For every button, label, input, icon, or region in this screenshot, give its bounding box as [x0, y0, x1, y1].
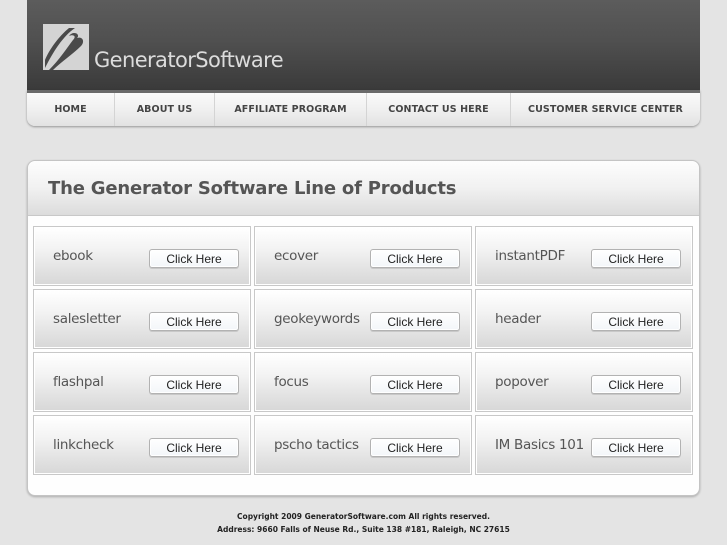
click-here-button[interactable]: Click Here [370, 438, 460, 457]
product-name: header [495, 311, 541, 327]
nav-about-us[interactable]: ABOUT US [115, 93, 215, 126]
product-name: flashpal [53, 374, 104, 390]
product-card-popover: popover Click Here [475, 352, 693, 412]
click-here-button[interactable]: Click Here [591, 375, 681, 394]
product-name: popover [495, 374, 549, 390]
product-card-ecover: ecover Click Here [254, 226, 472, 286]
product-card-header: header Click Here [475, 289, 693, 349]
nav-home[interactable]: HOME [27, 93, 115, 126]
product-card-focus: focus Click Here [254, 352, 472, 412]
product-card-instantpdf: instantPDF Click Here [475, 226, 693, 286]
click-here-button[interactable]: Click Here [370, 249, 460, 268]
click-here-button[interactable]: Click Here [370, 375, 460, 394]
product-card-pscho-tactics: pscho tactics Click Here [254, 415, 472, 475]
site-footer: Copyright 2009 GeneratorSoftware.com All… [0, 510, 727, 536]
products-panel-header: The Generator Software Line of Products [28, 161, 699, 216]
product-card-ebook: ebook Click Here [33, 226, 251, 286]
product-name: geokeywords [274, 311, 360, 327]
logo-swoosh-icon [43, 24, 89, 70]
address-text: Address: 9660 Falls of Neuse Rd., Suite … [217, 525, 510, 534]
click-here-button[interactable]: Click Here [149, 249, 239, 268]
products-panel: The Generator Software Line of Products … [27, 160, 700, 496]
nav-contact-us[interactable]: CONTACT US HERE [367, 93, 511, 126]
product-name: ecover [274, 248, 319, 264]
brand-name: GeneratorSoftware [94, 48, 284, 72]
product-card-salesletter: salesletter Click Here [33, 289, 251, 349]
product-card-flashpal: flashpal Click Here [33, 352, 251, 412]
nav-affiliate-program[interactable]: AFFILIATE PROGRAM [215, 93, 367, 126]
products-grid: ebook Click Here ecover Click Here instant… [33, 226, 693, 475]
nav-customer-service[interactable]: CUSTOMER SERVICE CENTER [511, 93, 700, 126]
product-name: instantPDF [495, 248, 566, 264]
product-name: pscho tactics [274, 437, 359, 453]
product-card-linkcheck: linkcheck Click Here [33, 415, 251, 475]
click-here-button[interactable]: Click Here [591, 249, 681, 268]
click-here-button[interactable]: Click Here [591, 438, 681, 457]
product-name: linkcheck [53, 437, 114, 453]
copyright-text: Copyright 2009 GeneratorSoftware.com All… [237, 512, 490, 521]
click-here-button[interactable]: Click Here [370, 312, 460, 331]
products-title: The Generator Software Line of Products [48, 177, 457, 199]
click-here-button[interactable]: Click Here [149, 375, 239, 394]
site-logo[interactable]: GeneratorSoftware [43, 24, 284, 72]
product-name: salesletter [53, 311, 121, 327]
product-name: focus [274, 374, 309, 390]
product-name: IM Basics 101 [495, 437, 584, 453]
site-header: GeneratorSoftware [27, 0, 700, 90]
main-nav: HOME ABOUT US AFFILIATE PROGRAM CONTACT … [27, 90, 700, 126]
click-here-button[interactable]: Click Here [591, 312, 681, 331]
product-card-geokeywords: geokeywords Click Here [254, 289, 472, 349]
click-here-button[interactable]: Click Here [149, 312, 239, 331]
product-name: ebook [53, 248, 93, 264]
product-card-im-basics-101: IM Basics 101 Click Here [475, 415, 693, 475]
click-here-button[interactable]: Click Here [149, 438, 239, 457]
